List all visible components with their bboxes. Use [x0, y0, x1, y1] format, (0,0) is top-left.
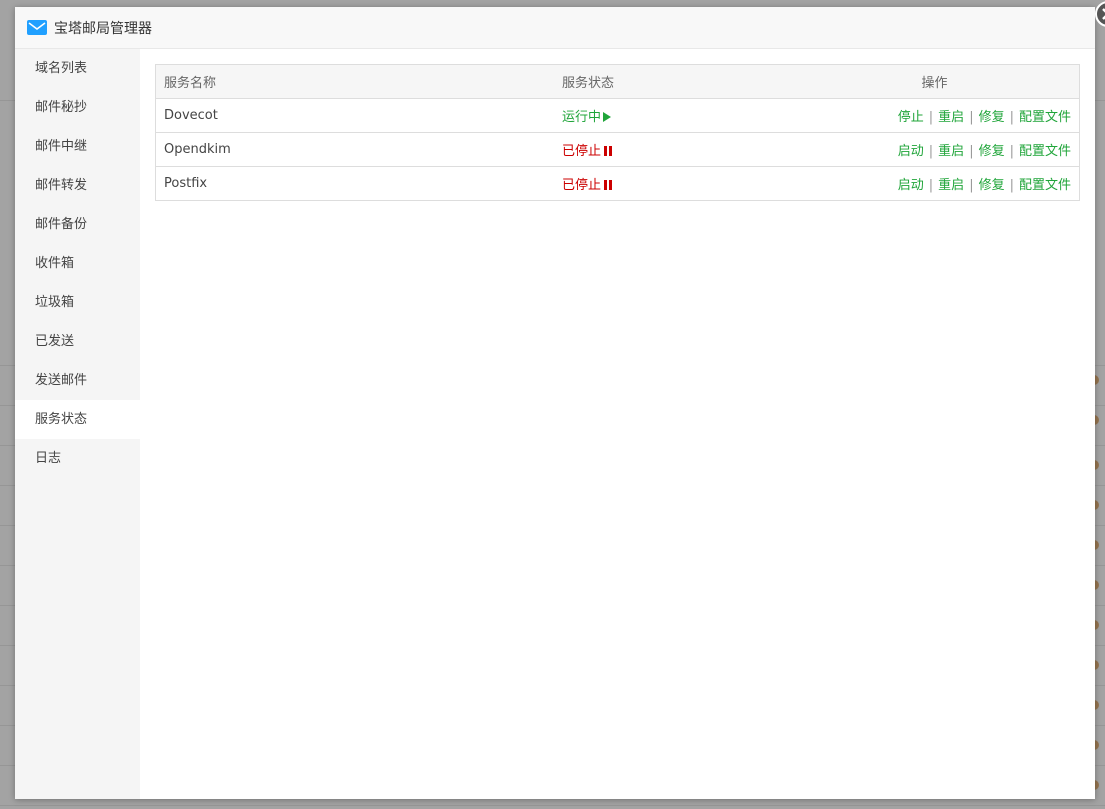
status-text: 已停止 — [562, 178, 602, 193]
sidebar: 域名列表 邮件秘抄 邮件中继 邮件转发 邮件备份 收件箱 垃圾箱 已发送 发送邮… — [15, 49, 140, 799]
service-status: 运行中 — [554, 98, 790, 133]
sidebar-item-relay[interactable]: 邮件中继 — [15, 127, 140, 166]
stop-button[interactable]: 停止 — [898, 110, 924, 125]
start-button[interactable]: 启动 — [898, 144, 924, 159]
repair-button[interactable]: 修复 — [979, 110, 1005, 125]
play-icon — [603, 112, 612, 122]
service-name: Postfix — [155, 166, 554, 201]
sidebar-item-domains[interactable]: 域名列表 — [15, 49, 140, 88]
sidebar-item-inbox[interactable]: 收件箱 — [15, 244, 140, 283]
table-row: Dovecot 运行中 停止 | 重启 | 修复 | 配置文件 — [155, 98, 1080, 133]
sidebar-item-sent[interactable]: 已发送 — [15, 322, 140, 361]
mail-icon — [27, 20, 47, 35]
dialog-title: 宝塔邮局管理器 — [54, 20, 152, 37]
sidebar-item-bcc[interactable]: 邮件秘抄 — [15, 88, 140, 127]
service-status: 已停止 — [554, 132, 790, 167]
status-text: 运行中 — [562, 110, 602, 125]
column-header-ops: 操作 — [790, 64, 1080, 99]
service-name: Dovecot — [155, 98, 554, 133]
column-header-status: 服务状态 — [554, 64, 790, 99]
start-button[interactable]: 启动 — [898, 178, 924, 193]
mail-manager-dialog: 宝塔邮局管理器 域名列表 邮件秘抄 邮件中继 邮件转发 邮件备份 收件箱 垃圾箱… — [15, 1, 1105, 799]
pause-icon — [604, 180, 613, 190]
sidebar-item-forward[interactable]: 邮件转发 — [15, 166, 140, 205]
config-file-button[interactable]: 配置文件 — [1019, 144, 1071, 159]
table-row: Postfix 已停止 启动 | 重启 | 修复 | 配置文件 — [155, 166, 1080, 201]
service-name: Opendkim — [155, 132, 554, 167]
repair-button[interactable]: 修复 — [979, 178, 1005, 193]
sidebar-item-logs[interactable]: 日志 — [15, 439, 140, 478]
service-actions: 启动 | 重启 | 修复 | 配置文件 — [790, 132, 1080, 167]
dialog-body: 域名列表 邮件秘抄 邮件中继 邮件转发 邮件备份 收件箱 垃圾箱 已发送 发送邮… — [15, 49, 1095, 799]
service-status-panel: 服务名称 服务状态 操作 Dovecot 运行中 停止 | 重启 | 修复 | 配置文件 — [140, 49, 1095, 799]
sidebar-item-compose[interactable]: 发送邮件 — [15, 361, 140, 400]
restart-button[interactable]: 重启 — [938, 144, 964, 159]
service-table: 服务名称 服务状态 操作 Dovecot 运行中 停止 | 重启 | 修复 | 配置文件 — [155, 64, 1080, 201]
pause-icon — [604, 146, 613, 156]
service-actions: 停止 | 重启 | 修复 | 配置文件 — [790, 98, 1080, 133]
restart-button[interactable]: 重启 — [938, 110, 964, 125]
config-file-button[interactable]: 配置文件 — [1019, 110, 1071, 125]
dialog-header: 宝塔邮局管理器 — [15, 7, 1095, 49]
sidebar-item-backup[interactable]: 邮件备份 — [15, 205, 140, 244]
restart-button[interactable]: 重启 — [938, 178, 964, 193]
sidebar-item-junk[interactable]: 垃圾箱 — [15, 283, 140, 322]
table-header-row: 服务名称 服务状态 操作 — [155, 64, 1080, 99]
repair-button[interactable]: 修复 — [979, 144, 1005, 159]
column-header-name: 服务名称 — [155, 64, 554, 99]
config-file-button[interactable]: 配置文件 — [1019, 178, 1071, 193]
status-text: 已停止 — [562, 144, 602, 159]
service-actions: 启动 | 重启 | 修复 | 配置文件 — [790, 166, 1080, 201]
sidebar-item-service-status[interactable]: 服务状态 — [15, 400, 140, 439]
table-row: Opendkim 已停止 启动 | 重启 | 修复 | 配置文件 — [155, 132, 1080, 167]
service-status: 已停止 — [554, 166, 790, 201]
